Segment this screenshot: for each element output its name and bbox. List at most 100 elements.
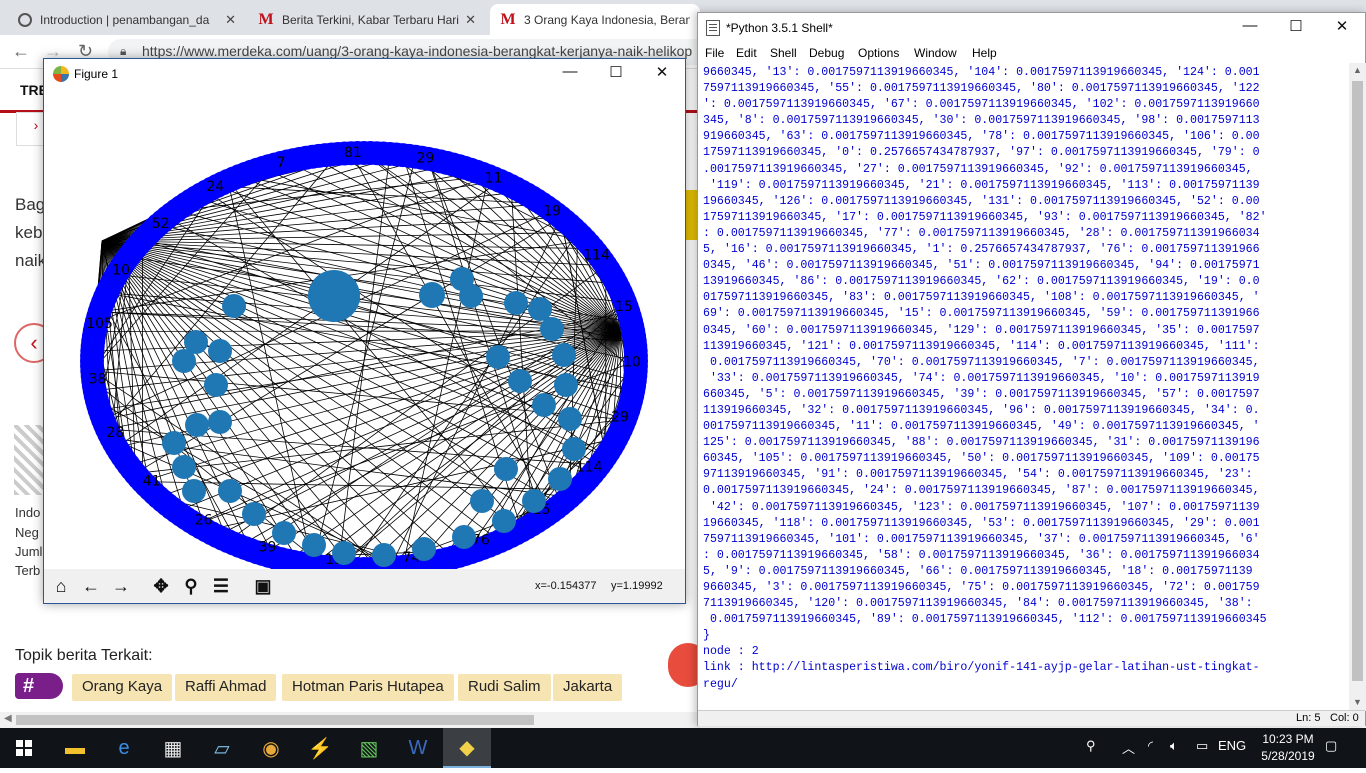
- taskbar-app[interactable]: ◆: [443, 728, 491, 768]
- save-icon[interactable]: ▣: [250, 574, 276, 598]
- configure-icon[interactable]: ☰: [208, 574, 234, 598]
- back-arrow-icon[interactable]: ←: [12, 41, 30, 62]
- figure-canvas[interactable]: 2911415767415639264128381051052247812911…: [44, 89, 685, 569]
- volume-icon[interactable]: 🔈︎: [1170, 738, 1178, 754]
- minimize-button[interactable]: —: [1227, 17, 1273, 39]
- graph-node-label: 52: [152, 216, 170, 232]
- notepad-icon: ▱: [214, 736, 229, 761]
- close-button[interactable]: ✕: [639, 63, 685, 85]
- graph-node-label: 41: [143, 473, 161, 489]
- home-icon[interactable]: ⌂: [48, 574, 74, 598]
- taskbar-app[interactable]: ▱: [198, 728, 246, 768]
- scroll-down-icon[interactable]: ▼: [1353, 697, 1362, 707]
- tag-orang-kaya[interactable]: Orang Kaya: [72, 674, 172, 701]
- graph-edge: [92, 331, 620, 351]
- graph-node-label: 39: [259, 539, 277, 555]
- tag-hotman-paris[interactable]: Hotman Paris Hutapea: [282, 674, 454, 701]
- clock[interactable]: 10:23 PM 5/28/2019: [1258, 731, 1318, 765]
- scroll-left-icon[interactable]: ◀: [4, 713, 12, 724]
- shell-output-line: 7597113919660345, '101': 0.0017597113919…: [703, 532, 1348, 548]
- menu-file[interactable]: File: [705, 46, 724, 60]
- tab-introduction[interactable]: Introduction | penambangan_da ✕: [8, 4, 246, 35]
- taskbar-app[interactable]: e: [100, 728, 148, 768]
- minimize-button[interactable]: —: [547, 63, 593, 85]
- graph-node: [185, 413, 209, 437]
- close-icon[interactable]: ✕: [225, 12, 236, 28]
- graph-node: [302, 533, 326, 557]
- forward-icon[interactable]: →: [108, 574, 134, 598]
- taskbar-app[interactable]: ⚡: [296, 728, 344, 768]
- shell-output-line: 017597113919660345, '83': 0.001759711391…: [703, 290, 1348, 306]
- shell-output[interactable]: 9660345, '13': 0.0017597113919660345, '1…: [703, 65, 1348, 705]
- zoom-icon[interactable]: ⚲: [178, 574, 204, 598]
- chevron-up-icon[interactable]: ︿: [1122, 738, 1135, 757]
- shell-output-line: : 0.0017597113919660345, '58': 0.0017597…: [703, 548, 1348, 564]
- article-thumbnail[interactable]: [14, 425, 44, 495]
- shell-output-line: ': 0.0017597113919660345, '67': 0.001759…: [703, 97, 1348, 113]
- people-icon[interactable]: ⚲: [1086, 738, 1096, 754]
- graph-node-label: 10: [623, 354, 641, 370]
- related-text-fragment: Terb: [15, 563, 40, 578]
- lock-icon: 🔒︎: [120, 44, 126, 59]
- maximize-button[interactable]: ☐: [1273, 17, 1319, 39]
- network-graph[interactable]: 2911415767415639264128381051052247812911…: [44, 89, 685, 569]
- graph-node-label: 24: [206, 179, 224, 195]
- menu-shell[interactable]: Shell: [770, 46, 797, 60]
- graph-node: [172, 349, 196, 373]
- graph-node-label: 15: [615, 299, 633, 315]
- merdeka-icon: M: [500, 12, 516, 28]
- close-icon[interactable]: ✕: [465, 12, 476, 28]
- graph-node-label: 29: [417, 150, 435, 166]
- globe-icon: [18, 13, 32, 27]
- wifi-icon[interactable]: ◜: [1148, 738, 1153, 754]
- taskbar-app[interactable]: ▧: [345, 728, 393, 768]
- tab-title: 3 Orang Kaya Indonesia, Berangk: [524, 13, 690, 27]
- tag-jakarta[interactable]: Jakarta: [553, 674, 622, 701]
- menu-help[interactable]: Help: [972, 46, 997, 60]
- menu-options[interactable]: Options: [858, 46, 899, 60]
- scroll-up-icon[interactable]: ▲: [1353, 65, 1362, 75]
- graph-edge: [351, 153, 552, 511]
- scrollbar-thumb[interactable]: [16, 715, 534, 725]
- tag-raffi-ahmad[interactable]: Raffi Ahmad: [175, 674, 276, 701]
- related-text-fragment: Neg: [15, 525, 39, 540]
- tag-rudi-salim[interactable]: Rudi Salim: [458, 674, 551, 701]
- back-icon[interactable]: ←: [78, 574, 104, 598]
- tab-orang-kaya[interactable]: M 3 Orang Kaya Indonesia, Berangk: [490, 4, 700, 35]
- graph-node-label: 114: [576, 460, 603, 476]
- shell-output-line: 19660345, '118': 0.0017597113919660345, …: [703, 516, 1348, 532]
- taskbar-app[interactable]: ▬: [51, 728, 99, 768]
- menu-window[interactable]: Window: [914, 46, 957, 60]
- maximize-button[interactable]: ☐: [593, 63, 639, 85]
- shell-output-line: 60345, '105': 0.0017597113919660345, '50…: [703, 451, 1348, 467]
- shell-output-line: 9660345, '3': 0.0017597113919660345, '75…: [703, 580, 1348, 596]
- winscp-icon: ⚡: [308, 736, 333, 761]
- horizontal-scrollbar[interactable]: ◀: [0, 712, 700, 728]
- graph-node: [162, 431, 186, 455]
- graph-node: [218, 479, 242, 503]
- taskbar-app[interactable]: W: [394, 728, 442, 768]
- pan-icon[interactable]: ✥: [148, 574, 174, 598]
- clock-date: 5/28/2019: [1258, 748, 1318, 765]
- graph-node: [452, 525, 476, 549]
- figure-window: Figure 1 — ☐ ✕ 2911415767415639264128381…: [43, 58, 686, 604]
- keyboard-icon[interactable]: ▭: [1196, 738, 1208, 754]
- taskbar-app[interactable]: ◉: [247, 728, 295, 768]
- shell-output-line: 17597113919660345, '0': 0.25766574347879…: [703, 145, 1348, 161]
- menu-edit[interactable]: Edit: [736, 46, 757, 60]
- graph-node-label: 7: [277, 155, 286, 171]
- graph-edge: [142, 240, 633, 390]
- close-button[interactable]: ✕: [1319, 17, 1365, 39]
- language-indicator[interactable]: ENG: [1218, 738, 1246, 753]
- shell-output-line: node : 2: [703, 644, 1348, 660]
- start-button[interactable]: [0, 728, 48, 768]
- menu-debug[interactable]: Debug: [809, 46, 844, 60]
- graph-node-label: 26: [195, 512, 213, 528]
- graph-node: [412, 537, 436, 561]
- scrollbar-thumb[interactable]: [1352, 81, 1363, 681]
- tab-berita-terkini[interactable]: M Berita Terkini, Kabar Terbaru Hari ✕: [248, 4, 486, 35]
- taskbar-app[interactable]: ▦: [149, 728, 197, 768]
- shell-output-line: 9660345, '13': 0.0017597113919660345, '1…: [703, 65, 1348, 81]
- notifications-icon[interactable]: ▢: [1325, 738, 1337, 754]
- vertical-scrollbar[interactable]: ▲ ▼: [1349, 63, 1366, 711]
